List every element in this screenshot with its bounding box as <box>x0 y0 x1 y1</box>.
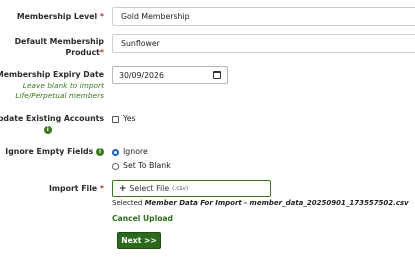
select-file-button[interactable]: + Select File (.csv) <box>112 180 271 197</box>
ignore-radio[interactable] <box>112 149 119 156</box>
membership-level-label: Membership Level * <box>17 12 104 23</box>
import-file-label: Import File * <box>49 184 104 195</box>
expiry-date-value: 30/09/2026 <box>119 70 164 80</box>
update-existing-option-label: Yes <box>123 114 136 123</box>
ignore-option-label: Ignore <box>123 147 148 156</box>
update-existing-checkbox[interactable] <box>112 116 119 123</box>
cancel-upload-link[interactable]: Cancel Upload <box>112 214 173 223</box>
calendar-icon[interactable] <box>213 71 221 79</box>
selected-file-text: Selected Member Data For Import - member… <box>112 199 409 207</box>
default-product-label-line1: Default Membership <box>14 37 104 46</box>
update-existing-label-text: Update Existing Accounts <box>0 114 104 123</box>
file-accept-hint: (.csv) <box>172 185 189 192</box>
plus-icon: + <box>119 183 127 194</box>
import-file-label-text: Import File <box>48 184 98 193</box>
select-file-label: Select File <box>129 184 170 193</box>
expiry-date-hint-line2: Life/Perpetual members <box>15 90 104 100</box>
membership-level-value: Gold Membership <box>121 12 190 21</box>
default-product-label-line2: Product <box>65 47 100 57</box>
set-to-blank-option-label: Set To Blank <box>123 161 171 170</box>
required-mark: * <box>99 47 104 57</box>
required-mark: * <box>99 184 104 193</box>
required-mark: * <box>99 12 104 21</box>
next-button[interactable]: Next >> <box>117 232 161 249</box>
membership-level-label-text: Membership Level <box>16 12 98 21</box>
membership-level-select[interactable]: Gold Membership <box>112 7 415 26</box>
info-icon[interactable]: i <box>43 125 52 134</box>
ignore-empty-label-text: Ignore Empty Fields <box>5 147 94 156</box>
expiry-date-hint-line1: Leave blank to import <box>22 80 104 90</box>
expiry-date-label-text: Membership Expiry Date <box>0 70 104 79</box>
selected-file-name: Member Data For Import - member_data_202… <box>144 199 409 207</box>
default-product-select[interactable]: Sunflower <box>112 34 415 53</box>
expiry-date-label: Membership Expiry Date Leave blank to im… <box>0 70 104 100</box>
info-icon[interactable]: i <box>96 148 104 156</box>
selected-prefix: Selected <box>112 199 143 207</box>
expiry-date-input[interactable]: 30/09/2026 <box>112 66 228 84</box>
update-existing-label: Update Existing Accounts i <box>0 114 104 135</box>
default-product-label: Default Membership Product* <box>15 37 104 58</box>
ignore-empty-label: Ignore Empty Fields i <box>5 147 104 158</box>
set-to-blank-radio[interactable] <box>112 163 119 170</box>
default-product-value: Sunflower <box>121 39 160 48</box>
